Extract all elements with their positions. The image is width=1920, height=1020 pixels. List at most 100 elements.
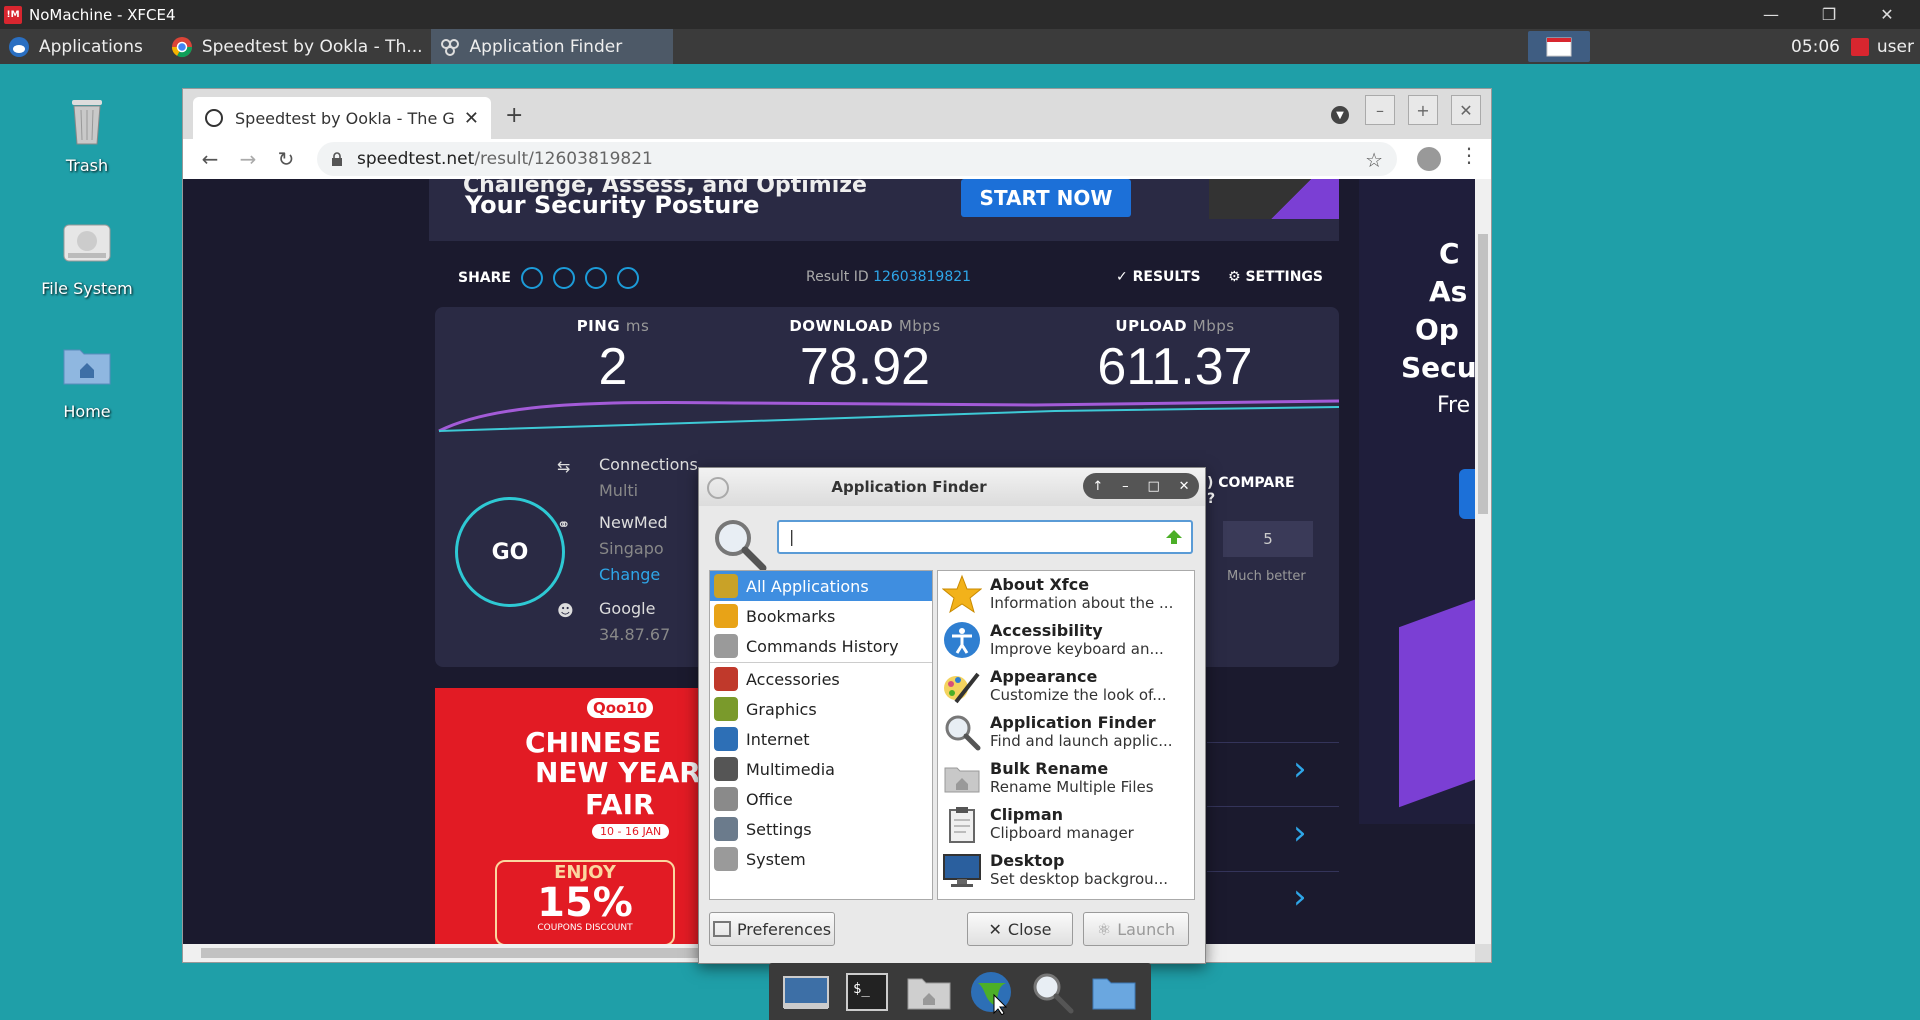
forward-arrow-icon[interactable]: → bbox=[229, 141, 267, 177]
preferences-button[interactable]: Preferences bbox=[709, 912, 835, 946]
clear-arrow-icon[interactable] bbox=[1165, 529, 1183, 545]
tab-search-icon[interactable]: ▼ bbox=[1331, 106, 1349, 124]
ip-address: 34.87.67 bbox=[599, 625, 671, 644]
more-icon[interactable] bbox=[616, 267, 639, 289]
app-desc: Information about the ... bbox=[990, 594, 1174, 612]
clipboard-icon bbox=[949, 807, 975, 843]
browser-minimize-button[interactable]: – bbox=[1365, 95, 1395, 125]
settings-icon bbox=[714, 817, 738, 841]
qoo10-logo: Qoo10 bbox=[587, 698, 654, 718]
category-system[interactable]: System bbox=[710, 844, 932, 874]
compare-option-5[interactable]: 5 bbox=[1223, 521, 1313, 557]
address-bar[interactable]: speedtest.net/result/12603819821 ☆ bbox=[317, 142, 1397, 176]
vertical-scrollbar[interactable] bbox=[1475, 179, 1491, 944]
application-finder-dialog: Application Finder ↑ – □ ✕ | All Applica… bbox=[698, 467, 1206, 964]
change-server-link[interactable]: Change bbox=[599, 565, 660, 584]
category-internet[interactable]: Internet bbox=[710, 724, 932, 754]
back-arrow-icon[interactable]: ← bbox=[191, 141, 229, 177]
taskbar-speedtest-label: Speedtest by Ookla - Th... bbox=[201, 36, 423, 57]
category-office[interactable]: Office bbox=[710, 784, 932, 814]
category-label: Bookmarks bbox=[746, 606, 836, 626]
qoo10-ad[interactable]: Qoo10 CHINESE NEW YEAR FAIR 10 - 16 JAN … bbox=[435, 688, 705, 944]
category-accessories[interactable]: Accessories bbox=[710, 664, 932, 694]
taskbar-appfinder[interactable]: Application Finder bbox=[430, 29, 673, 64]
category-all-applications[interactable]: All Applications bbox=[710, 571, 932, 601]
upload-value: 611.37 bbox=[1097, 338, 1253, 396]
desktop-home[interactable]: Home bbox=[22, 338, 152, 421]
appfinder-close-icon[interactable]: ✕ bbox=[1179, 479, 1190, 494]
chevron-right-icon[interactable]: › bbox=[1293, 877, 1307, 917]
chevron-right-icon[interactable]: › bbox=[1293, 813, 1307, 853]
download-label: DOWNLOAD bbox=[789, 317, 894, 335]
close-button[interactable]: ✕ Close bbox=[967, 912, 1073, 946]
ad-line1: CHINESE bbox=[525, 726, 662, 759]
vertical-scroll-thumb[interactable] bbox=[1478, 234, 1488, 514]
app-bulk-rename[interactable]: Bulk Rename Rename Multiple Files bbox=[938, 755, 1194, 801]
menu-kebab-icon[interactable]: ⋮ bbox=[1459, 143, 1479, 167]
bookmark-star-icon[interactable]: ☆ bbox=[1365, 148, 1383, 172]
show-desktop-icon[interactable] bbox=[781, 969, 831, 1015]
clock[interactable]: 05:06 bbox=[1791, 29, 1840, 64]
result-id-label: Result ID bbox=[806, 269, 869, 285]
right-ad-button[interactable] bbox=[1459, 469, 1475, 519]
facebook-icon[interactable] bbox=[584, 267, 607, 289]
desktop-file-system[interactable]: File System bbox=[22, 215, 152, 298]
user-menu[interactable]: user bbox=[1850, 29, 1914, 64]
share-label: SHARE bbox=[458, 270, 511, 286]
results-link[interactable]: ✓ RESULTS bbox=[1116, 269, 1201, 285]
twitter-icon[interactable] bbox=[552, 267, 575, 289]
launch-button[interactable]: ⚛ Launch bbox=[1083, 912, 1189, 946]
category-bookmarks[interactable]: Bookmarks bbox=[710, 601, 932, 631]
minimize-button[interactable]: — bbox=[1742, 0, 1800, 29]
web-browser-icon[interactable] bbox=[966, 969, 1016, 1015]
browser-close-button[interactable]: ✕ bbox=[1451, 95, 1481, 125]
start-now-button[interactable]: START NOW bbox=[961, 179, 1131, 217]
result-id-value[interactable]: 12603819821 bbox=[873, 269, 971, 285]
app-accessibility[interactable]: Accessibility Improve keyboard an... bbox=[938, 617, 1194, 663]
go-button[interactable]: GO bbox=[455, 497, 565, 607]
terminal-icon[interactable]: $_ bbox=[842, 969, 892, 1015]
appfinder-maximize-button[interactable]: □ bbox=[1148, 479, 1160, 494]
restore-button[interactable]: ❐ bbox=[1800, 0, 1858, 29]
speed-graph bbox=[438, 399, 1339, 433]
applications-menu-button[interactable]: Applications bbox=[0, 29, 151, 64]
app-appearance[interactable]: Appearance Customize the look of... bbox=[938, 663, 1194, 709]
app-finder-dock-icon[interactable] bbox=[1027, 969, 1077, 1015]
right-side-ad[interactable]: C As Op Secu Fre bbox=[1359, 179, 1475, 824]
tab-speedtest[interactable]: Speedtest by Ookla - The G ✕ bbox=[193, 97, 491, 139]
category-separator bbox=[710, 662, 932, 663]
reload-icon[interactable]: ↻ bbox=[267, 141, 305, 177]
category-graphics[interactable]: Graphics bbox=[710, 694, 932, 724]
desktop-trash[interactable]: Trash bbox=[22, 92, 152, 175]
new-tab-button[interactable]: + bbox=[505, 103, 523, 128]
app-clipman[interactable]: Clipman Clipboard manager bbox=[938, 801, 1194, 847]
account-icon[interactable] bbox=[1417, 147, 1441, 171]
shade-button[interactable]: ↑ bbox=[1092, 479, 1103, 494]
app-about-xfce[interactable]: About Xfce Information about the ... bbox=[938, 571, 1194, 617]
app-desktop[interactable]: Desktop Set desktop backgrou... bbox=[938, 847, 1194, 893]
appfinder-minimize-button[interactable]: – bbox=[1122, 479, 1129, 494]
close-window-button[interactable]: ✕ bbox=[1858, 0, 1916, 29]
settings-link[interactable]: ⚙ SETTINGS bbox=[1228, 269, 1323, 285]
link-icon[interactable] bbox=[520, 267, 543, 289]
appfinder-search-input[interactable]: | bbox=[777, 520, 1193, 554]
taskbar-speedtest[interactable]: Speedtest by Ookla - Th... bbox=[163, 29, 431, 64]
chevron-right-icon[interactable]: › bbox=[1293, 749, 1307, 789]
tab-close-icon[interactable]: ✕ bbox=[464, 108, 479, 129]
category-commands-history[interactable]: Commands History bbox=[710, 631, 932, 661]
browser-maximize-button[interactable]: + bbox=[1408, 95, 1438, 125]
folder-icon[interactable] bbox=[1089, 969, 1139, 1015]
appfinder-small-icon bbox=[440, 38, 459, 56]
monitor-icon bbox=[943, 854, 981, 887]
category-settings[interactable]: Settings bbox=[710, 814, 932, 844]
category-multimedia[interactable]: Multimedia bbox=[710, 754, 932, 784]
appfinder-titlebar[interactable]: Application Finder ↑ – □ ✕ bbox=[699, 468, 1205, 506]
category-label: Office bbox=[746, 789, 793, 809]
workspace-switcher[interactable] bbox=[1528, 31, 1590, 62]
top-banner-ad[interactable]: Challenge, Assess, and Optimize Your Sec… bbox=[429, 179, 1339, 241]
app-application-finder[interactable]: Application Finder Find and launch applic… bbox=[938, 709, 1194, 755]
file-manager-icon[interactable] bbox=[904, 969, 954, 1015]
divider bbox=[1207, 742, 1339, 743]
ad-percent: 15% bbox=[537, 880, 633, 926]
ad-laptop-graphic bbox=[1209, 179, 1339, 219]
